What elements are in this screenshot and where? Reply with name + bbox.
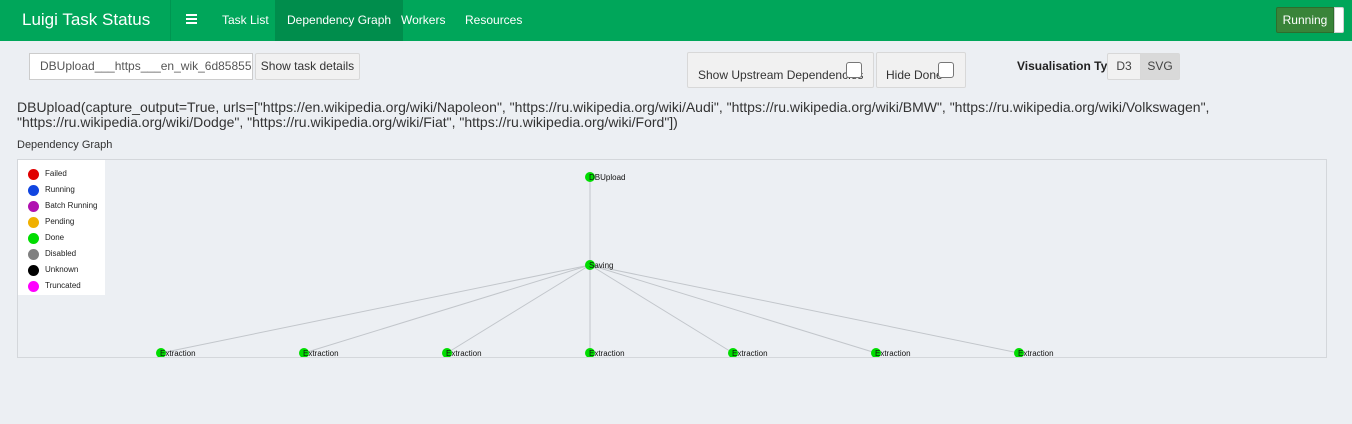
legend-dot-icon [28,233,39,244]
running-status-button[interactable]: Running [1276,7,1334,33]
task-title-line-2: "https://ru.wikipedia.org/wiki/Dodge", "… [17,114,678,130]
legend-dot-icon [28,249,39,260]
hide-done-label: Hide Done [886,68,943,82]
task-title-line-1: DBUpload(capture_output=True, urls=["htt… [17,99,1210,115]
hide-done-button[interactable]: Hide Done [876,52,966,88]
legend-dot-icon [28,265,39,276]
legend-label: Batch Running [45,201,98,210]
dependency-graph-heading: Dependency Graph [17,139,113,151]
graph-edge [589,264,1020,354]
navbar-divider [170,0,171,41]
graph-node-label[interactable]: Extraction [732,349,768,357]
graph-node-label[interactable]: Extraction [875,349,911,357]
legend-label: Truncated [45,281,81,290]
hamburger-menu-icon[interactable] [186,14,197,24]
graph-node-label[interactable]: DBUpload [589,173,625,182]
app-title[interactable]: Luigi Task Status [22,0,150,40]
graph-node-label[interactable]: Extraction [589,349,625,357]
tab-resources[interactable]: Resources [453,0,534,41]
legend-label: Disabled [45,249,77,258]
status-legend: Failed Running Batch Running Pending Done Dis… [18,160,105,295]
show-upstream-checkbox[interactable] [846,62,862,78]
task-id-input[interactable]: DBUpload___https___en_wik_6d85855d8 [29,53,253,80]
graph-node-label[interactable]: Extraction [303,349,339,357]
legend-label: Running [45,185,75,194]
visualisation-type-label: Visualisation Type [1017,59,1122,73]
legend-label: Pending [45,217,75,226]
legend-label: Failed [45,169,67,178]
visualisation-svg-button[interactable]: SVG [1140,53,1180,80]
legend-dot-icon [28,281,39,292]
task-title: DBUpload(capture_output=True, urls=["htt… [17,100,1317,130]
scheduler-status-toggle[interactable]: Running [1276,7,1346,33]
legend-label: Done [45,233,65,242]
graph-node-label[interactable]: Saving [589,261,613,270]
legend-dot-icon [28,217,39,228]
graph-edge [303,264,591,354]
dependency-graph-canvas: DBUpload Saving Extraction Extraction Extrac… [17,159,1327,358]
tab-workers[interactable]: Workers [389,0,457,41]
graph-node-label[interactable]: Extraction [160,349,196,357]
tab-task-list[interactable]: Task List [210,0,281,41]
graph-edge [589,264,734,354]
graph-edge [446,264,591,354]
top-navbar: Luigi Task Status Task List Dependency G… [0,0,1352,41]
show-task-details-button[interactable]: Show task details [255,53,360,80]
status-toggle-handle[interactable] [1334,7,1344,33]
tab-dependency-graph[interactable]: Dependency Graph [275,0,404,41]
legend-label: Unknown [45,265,79,274]
legend-dot-icon [28,201,39,212]
show-upstream-dependencies-button[interactable]: Show Upstream Dependencies [687,52,874,88]
legend-dot-icon [28,185,39,196]
graph-edge [589,264,877,354]
graph-node-label[interactable]: Extraction [1018,349,1054,357]
show-upstream-label: Show Upstream Dependencies [698,68,864,82]
graph-edge [160,264,591,354]
graph-node-label[interactable]: Extraction [446,349,482,357]
dependency-graph-svg: DBUpload Saving Extraction Extraction Extrac… [156,172,1054,357]
legend-dot-icon [28,169,39,180]
hide-done-checkbox[interactable] [938,62,954,78]
visualisation-d3-button[interactable]: D3 [1107,53,1141,80]
